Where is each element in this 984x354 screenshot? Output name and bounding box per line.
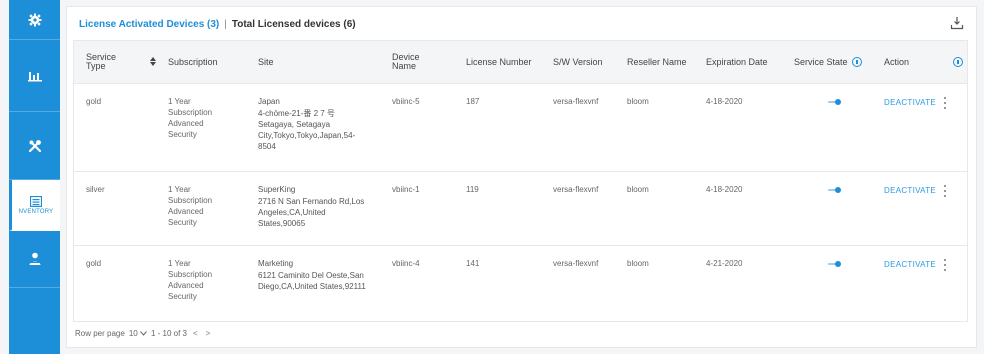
license-number-cell: 141: [466, 259, 480, 268]
chevron-down-icon: [140, 331, 147, 337]
license-number-cell: 187: [466, 97, 480, 106]
site-cell: Marketing 6121 Caminito Del Oeste,San Di…: [258, 259, 366, 291]
column-header-expiration-date[interactable]: Expiration Date: [706, 41, 768, 83]
sidebar-item-label: NVENTORY: [18, 208, 54, 215]
tab-license-activated-devices[interactable]: License Activated Devices (3): [79, 19, 219, 30]
column-header-subscription[interactable]: Subscription: [168, 41, 218, 83]
subscription-cell: 1 Year Subscription Advanced Security: [168, 185, 213, 227]
service-type-cell: silver: [86, 185, 105, 194]
reseller-name-cell: bloom: [627, 97, 649, 106]
reseller-name-cell: bloom: [627, 259, 649, 268]
devices-table: Service Type Subscription Site Device Na…: [73, 40, 968, 322]
sidebar: NVENTORY: [9, 0, 60, 354]
subscription-cell: 1 Year Subscription Advanced Security: [168, 259, 213, 301]
pagination: Row per page 10 1 - 10 of 3 < >: [75, 329, 212, 338]
tab-total-licensed-devices[interactable]: Total Licensed devices (6): [232, 19, 356, 30]
service-type-cell: gold: [86, 97, 102, 106]
user-icon: [28, 252, 41, 265]
inventory-panel: License Activated Devices (3) | Total Li…: [66, 6, 977, 348]
deactivate-button[interactable]: DEACTIVATE: [884, 260, 936, 269]
device-name-cell: vbiinc-5: [392, 97, 420, 106]
subscription-cell: 1 Year Subscription Advanced Security: [168, 97, 213, 139]
site-cell: SuperKing 2716 N San Fernando Rd,Los Ang…: [258, 185, 365, 228]
bar-chart-icon: [27, 71, 42, 81]
table-header: Service Type Subscription Site Device Na…: [74, 41, 967, 83]
column-header-service-state[interactable]: Service State: [794, 41, 862, 83]
column-header-reseller-name[interactable]: Reseller Name: [627, 41, 687, 83]
sort-icon[interactable]: [150, 57, 156, 66]
sw-version-cell: versa-flexvnf: [553, 97, 599, 106]
expiration-date-cell: 4-18-2020: [706, 185, 743, 194]
sidebar-item-users[interactable]: [9, 231, 60, 288]
more-options-icon[interactable]: [942, 185, 948, 197]
inventory-icon: [30, 195, 42, 207]
expiration-date-cell: 4-21-2020: [706, 259, 743, 268]
column-settings[interactable]: [953, 41, 963, 83]
column-header-site[interactable]: Site: [258, 41, 274, 83]
table-row: gold 1 Year Subscription Advanced Securi…: [74, 245, 967, 323]
sw-version-cell: versa-flexvnf: [553, 185, 599, 194]
column-header-device-name[interactable]: Device Name: [392, 41, 432, 83]
table-row: gold 1 Year Subscription Advanced Securi…: [74, 83, 967, 171]
next-page-button[interactable]: >: [204, 329, 213, 338]
reseller-name-cell: bloom: [627, 185, 649, 194]
service-type-cell: gold: [86, 259, 102, 268]
service-state-toggle[interactable]: [828, 261, 842, 267]
column-header-sw-version[interactable]: S/W Version: [553, 41, 603, 83]
tab-separator: |: [224, 18, 227, 30]
column-settings-icon[interactable]: [953, 57, 963, 67]
more-options-icon[interactable]: [942, 259, 948, 271]
column-header-service-type[interactable]: Service Type: [86, 41, 126, 83]
column-header-action[interactable]: Action: [884, 41, 909, 83]
device-name-cell: vbiinc-1: [392, 185, 420, 194]
sidebar-item-inventory[interactable]: NVENTORY: [9, 180, 60, 231]
sidebar-item-analytics[interactable]: [9, 40, 60, 112]
pagination-range: 1 - 10 of 3: [150, 329, 187, 338]
service-state-label: Service State: [794, 56, 848, 67]
deactivate-button[interactable]: DEACTIVATE: [884, 98, 936, 107]
service-state-toggle[interactable]: [828, 187, 842, 193]
expiration-date-cell: 4-18-2020: [706, 97, 743, 106]
more-options-icon[interactable]: [942, 97, 948, 109]
previous-page-button[interactable]: <: [191, 329, 200, 338]
license-number-cell: 119: [466, 185, 479, 194]
service-state-toggle[interactable]: [828, 99, 842, 105]
gear-icon: [28, 13, 41, 26]
sidebar-item-tools[interactable]: [9, 112, 60, 180]
tools-icon: [28, 139, 41, 152]
deactivate-button[interactable]: DEACTIVATE: [884, 186, 936, 195]
rows-per-page-select[interactable]: 10: [129, 329, 147, 338]
device-name-cell: vbiinc-4: [392, 259, 420, 268]
info-icon[interactable]: [851, 57, 862, 67]
rows-per-page-label: Row per page: [75, 329, 125, 338]
sidebar-item-settings[interactable]: [9, 0, 60, 40]
sw-version-cell: versa-flexvnf: [553, 259, 599, 268]
download-icon[interactable]: [950, 16, 964, 30]
table-row: silver 1 Year Subscription Advanced Secu…: [74, 171, 967, 245]
column-header-license-number[interactable]: License Number: [466, 41, 532, 83]
tab-header: License Activated Devices (3) | Total Li…: [79, 16, 356, 32]
site-cell: Japan 4-chōme-21-番 2 7 号 Setagaya, Setag…: [258, 97, 356, 151]
